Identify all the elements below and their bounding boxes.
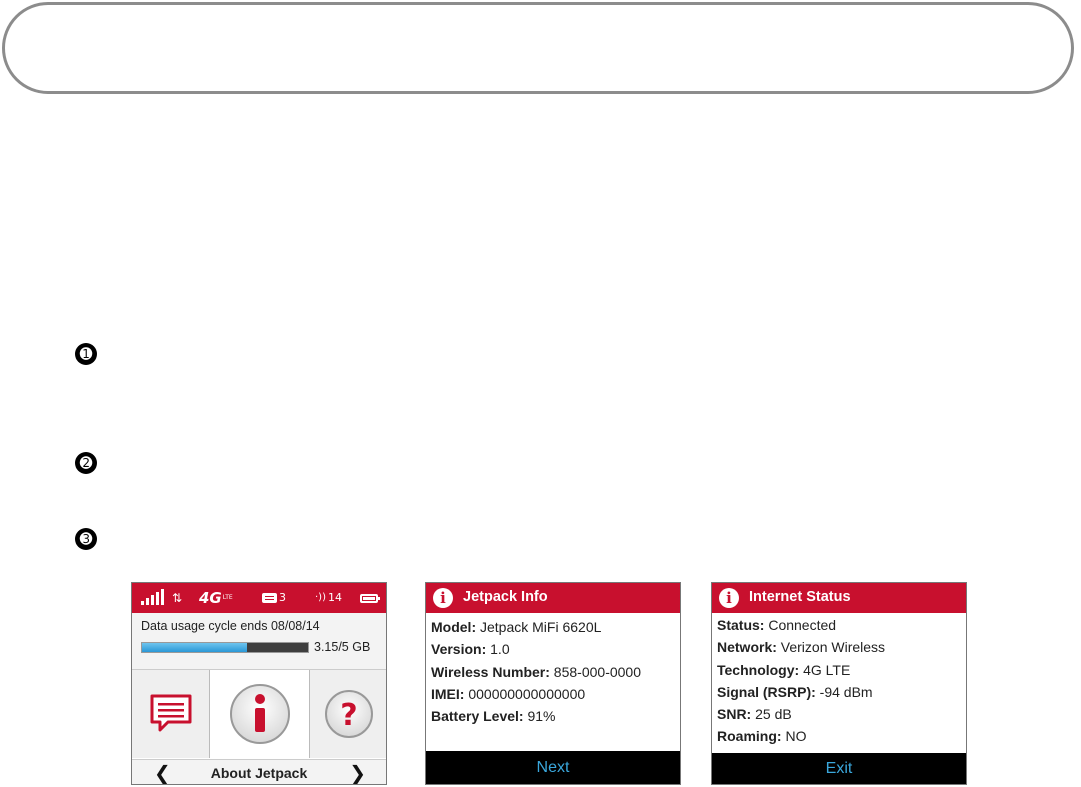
step-1-marker: ➊ [75, 343, 97, 365]
info-row-wireless-number: Wireless Number: 858-000-0000 [431, 663, 641, 680]
messages-status[interactable]: 3 [262, 583, 286, 613]
info-icon [229, 684, 290, 744]
messages-icon [150, 694, 191, 732]
battery-icon [360, 583, 380, 613]
bottom-navigation: ❮ About Jetpack ❯ [132, 759, 386, 784]
info-row-version: Version: 1.0 [431, 641, 510, 658]
signal-strength-icon [141, 583, 164, 613]
message-icon [262, 593, 277, 603]
step-2-marker: ➋ [75, 452, 97, 474]
status-row-network: Network: Verizon Wireless [717, 639, 886, 656]
info-row-model: Model: Jetpack MiFi 6620L [431, 619, 602, 635]
connected-devices-status: ·)) 14 [315, 583, 342, 613]
info-icon: i [433, 588, 453, 608]
connected-devices-count: 14 [327, 591, 342, 604]
screen-title: Jetpack Info [463, 589, 548, 605]
messages-count: 3 [279, 591, 286, 604]
screen-title: Internet Status [749, 589, 851, 605]
status-row-technology: Technology: 4G LTE [717, 661, 851, 678]
info-list: Model: Jetpack MiFi 6620L Version: 1.0 W… [431, 616, 678, 727]
status-list: Status: Connected Network: Verizon Wirel… [717, 614, 964, 748]
status-row-status: Status: Connected [717, 617, 837, 633]
jetpack-info-screen: i Jetpack Info Model: Jetpack MiFi 6620L… [425, 582, 681, 785]
usage-value: 3.15/5 GB [314, 640, 371, 654]
data-usage-panel[interactable]: Data usage cycle ends 08/08/14 3.15/5 GB [132, 613, 386, 670]
network-type: 4G LTE [199, 589, 233, 607]
messages-tile[interactable] [132, 670, 210, 758]
next-button[interactable]: Next [426, 751, 680, 784]
usage-cycle-text: Data usage cycle ends 08/08/14 [141, 619, 320, 633]
next-arrow-icon[interactable]: ❯ [349, 761, 366, 784]
home-screen: ⇅ 4G LTE 3 ·)) 14 Data usage cycle ends … [131, 582, 387, 785]
wifi-broadcast-icon: ·)) [315, 592, 326, 603]
about-tile[interactable] [210, 670, 310, 758]
title-banner [2, 2, 1074, 94]
screen-header: i Jetpack Info [426, 583, 680, 613]
status-row-roaming: Roaming: NO [717, 728, 807, 745]
status-bar: ⇅ 4G LTE 3 ·)) 14 [132, 583, 386, 613]
usage-progress-fill [142, 643, 247, 652]
help-icon: ? [325, 690, 373, 738]
svg-text:?: ? [340, 698, 357, 733]
usage-progress-bar [141, 642, 309, 653]
screen-header: i Internet Status [712, 583, 966, 613]
status-row-signal: Signal (RSRP): -94 dBm [717, 683, 873, 700]
info-icon: i [719, 588, 739, 608]
help-tile[interactable]: ? [310, 670, 386, 758]
status-row-snr: SNR: 25 dB [717, 706, 792, 723]
nav-page-title: About Jetpack [210, 765, 308, 781]
data-activity-icon: ⇅ [172, 591, 183, 605]
exit-button[interactable]: Exit [712, 753, 966, 784]
info-row-battery: Battery Level: 91% [431, 708, 556, 725]
info-row-imei: IMEI: 000000000000000 [431, 685, 586, 702]
internet-status-screen: i Internet Status Status: Connected Netw… [711, 582, 967, 785]
step-3-marker: ➌ [75, 528, 97, 550]
